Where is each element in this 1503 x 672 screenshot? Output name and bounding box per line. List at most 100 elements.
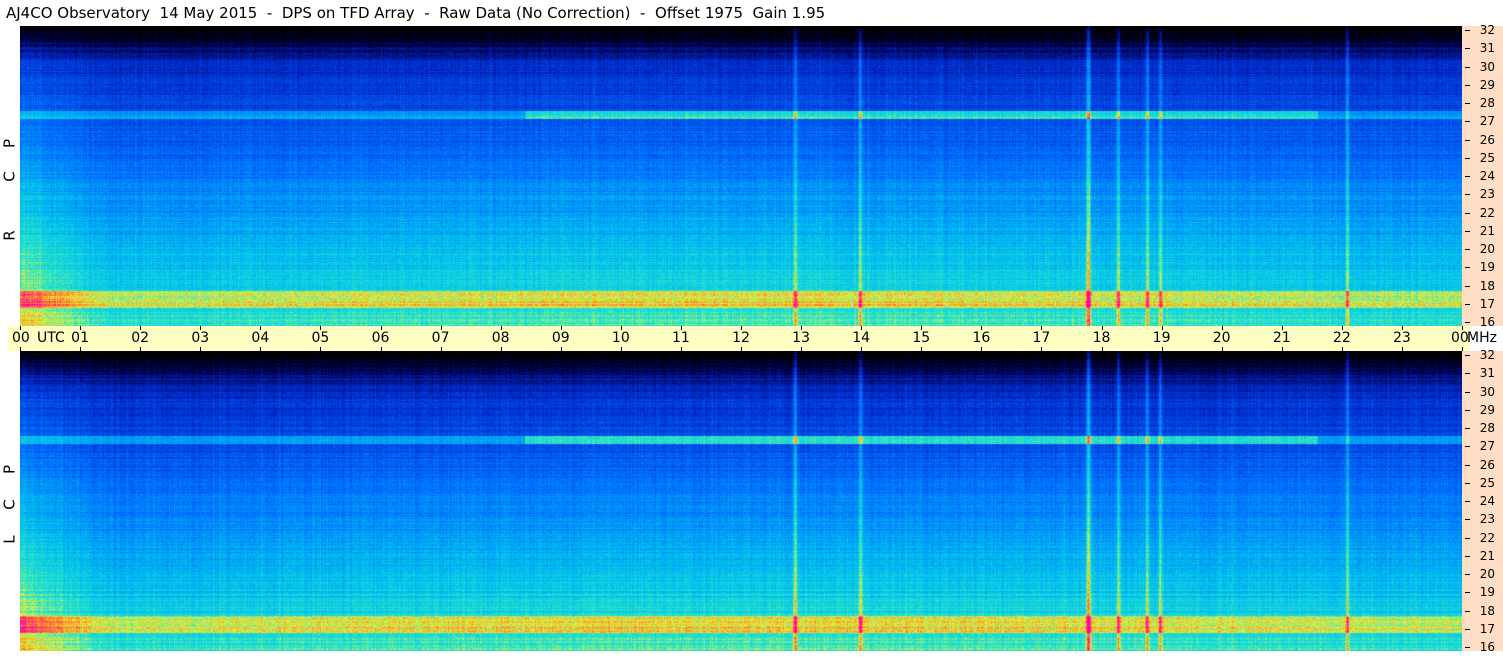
rcp-letter-p: P	[0, 138, 19, 149]
freq-tick-label: 32	[1465, 24, 1503, 36]
freq-tick-label: 21	[1465, 225, 1503, 237]
freq-tick-label: 25	[1465, 477, 1503, 489]
freq-tick-label: 27	[1465, 115, 1503, 127]
time-tick-label: 04	[251, 330, 270, 346]
freq-tick-text: 26	[1479, 457, 1495, 472]
time-tick-label: 19	[1152, 330, 1171, 346]
freq-tick-label: 23	[1465, 188, 1503, 200]
freq-tick-text: 30	[1479, 59, 1495, 74]
freq-tick-label: 28	[1465, 422, 1503, 434]
freq-tick-label: 24	[1465, 170, 1503, 182]
freq-tick-text: 18	[1479, 603, 1495, 618]
freq-tick-label: 27	[1465, 440, 1503, 452]
freq-tick-label: 20	[1465, 568, 1503, 580]
rcp-letter-c: C	[0, 171, 19, 182]
freq-tick-label: 17	[1465, 623, 1503, 635]
freq-tick-text: 24	[1479, 169, 1495, 183]
freq-tick-label: 16	[1465, 316, 1503, 328]
freq-tick-text: 18	[1479, 278, 1495, 293]
time-tick-label: 02	[131, 330, 150, 346]
freq-tick-label: 18	[1465, 605, 1503, 617]
freq-tick-text: 32	[1479, 348, 1495, 362]
freq-tick-label: 31	[1465, 367, 1503, 379]
freq-tick-text: 19	[1479, 585, 1495, 600]
freq-tick-text: 21	[1479, 223, 1495, 238]
freq-tick-text: 25	[1479, 150, 1495, 165]
time-tick-mark	[1462, 326, 1463, 330]
freq-tick-label: 17	[1465, 298, 1503, 310]
time-tick-label: 01	[71, 330, 89, 346]
lcp-spectrogram-canvas	[20, 351, 1462, 651]
time-tick-label: 10	[611, 330, 630, 346]
lcp-spectrogram	[20, 351, 1462, 651]
time-tick-label: 07	[431, 330, 450, 346]
freq-tick-text: 25	[1479, 475, 1495, 490]
time-tick-label: 18	[1092, 330, 1111, 346]
rcp-spectrogram	[20, 26, 1462, 326]
rcp-letter-r: R	[0, 230, 19, 241]
lcp-letter-c: C	[0, 499, 19, 510]
freq-tick-label: 18	[1465, 280, 1503, 292]
time-tick-label: 08	[491, 330, 510, 346]
time-tick-label: 09	[551, 330, 570, 346]
freq-tick-text: 20	[1479, 567, 1495, 581]
time-tick-label: 15	[912, 330, 931, 346]
freq-tick-label: 23	[1465, 513, 1503, 525]
freq-tick-text: 27	[1479, 114, 1495, 129]
time-tick-label: 23	[1392, 330, 1411, 346]
time-tick-label: 22	[1332, 330, 1351, 346]
freq-tick-label: 24	[1465, 495, 1503, 507]
time-tick-label: 11	[671, 330, 690, 346]
freq-tick-text: 22	[1479, 205, 1495, 220]
bottom-margin	[0, 651, 1503, 672]
time-axis-start-label: 00	[12, 330, 30, 346]
freq-tick-label: 29	[1465, 79, 1503, 91]
freq-tick-label: 26	[1465, 134, 1503, 146]
freq-tick-text: 31	[1479, 366, 1495, 381]
time-tick-label: 13	[792, 330, 810, 346]
rcp-spectrogram-canvas	[20, 26, 1462, 326]
time-tick-label: 14	[852, 330, 871, 346]
freq-tick-label: 26	[1465, 459, 1503, 471]
freq-tick-text: 19	[1479, 260, 1495, 275]
freq-tick-label: 30	[1465, 61, 1503, 73]
freq-tick-text: 29	[1479, 77, 1495, 92]
freq-tick-text: 27	[1479, 439, 1495, 454]
freq-tick-text: 21	[1479, 548, 1495, 563]
freq-tick-label: 21	[1465, 550, 1503, 562]
time-tick-label: 17	[1032, 330, 1051, 346]
freq-tick-text: 22	[1479, 530, 1495, 545]
freq-tick-label: 29	[1465, 404, 1503, 416]
rcp-frequency-axis: 32 31 30 29 28 27 26 25 24 23 22 21 20 19 18 17 16	[1462, 24, 1503, 328]
freq-tick-text: 28	[1479, 96, 1495, 110]
freq-tick-label: 22	[1465, 532, 1503, 544]
lcp-letter-l: L	[0, 535, 19, 544]
freq-tick-label: 28	[1465, 97, 1503, 109]
freq-tick-label: 20	[1465, 243, 1503, 255]
freq-tick-text: 23	[1479, 512, 1495, 527]
freq-tick-text: 30	[1479, 384, 1495, 399]
lcp-letter-p: P	[0, 464, 19, 475]
time-tick-label: 03	[191, 330, 210, 346]
freq-tick-text: 28	[1479, 421, 1495, 435]
freq-tick-label: 19	[1465, 261, 1503, 273]
spectrogram-title: AJ4CO Observatory 14 May 2015 - DPS on T…	[6, 4, 826, 22]
time-tick-mark	[20, 326, 21, 330]
lcp-frequency-axis: 32 31 30 29 28 27 26 25 24 23 22 21 20 19 18 17 16	[1462, 348, 1503, 653]
freq-tick-text: 23	[1479, 187, 1495, 202]
freq-tick-label: 31	[1465, 42, 1503, 54]
freq-tick-text: 32	[1479, 23, 1495, 37]
time-tick-label: 20	[1212, 330, 1231, 346]
freq-tick-label: 30	[1465, 386, 1503, 398]
time-tick-label: 05	[311, 330, 330, 346]
freq-tick-text: 16	[1479, 315, 1495, 329]
time-tick-label: 12	[732, 330, 750, 346]
freq-tick-text: 17	[1479, 621, 1495, 636]
freq-tick-text: 31	[1479, 41, 1495, 56]
time-tick-label: 21	[1272, 330, 1291, 346]
freq-tick-label: 19	[1465, 586, 1503, 598]
time-tick-label: 16	[972, 330, 991, 346]
lcp-label-strip: L C P	[0, 351, 20, 651]
freq-tick-text: 26	[1479, 132, 1495, 147]
time-tick-label: 06	[371, 330, 390, 346]
